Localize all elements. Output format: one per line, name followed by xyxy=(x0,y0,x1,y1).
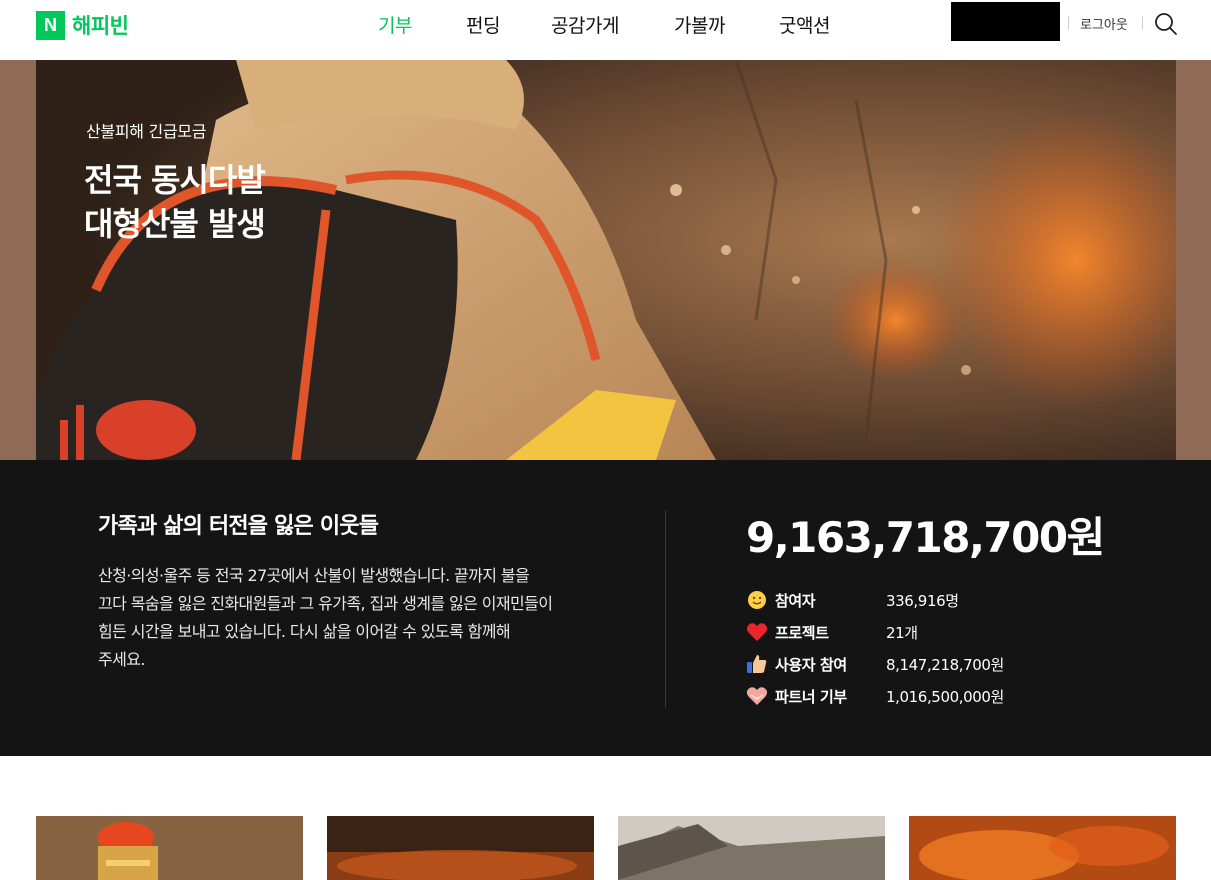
naver-logo-badge: N xyxy=(36,10,65,40)
smiley-icon xyxy=(746,589,768,611)
search-icon xyxy=(1155,13,1177,35)
campaign-card[interactable] xyxy=(909,816,1176,880)
stat-label: 프로젝트 xyxy=(775,624,829,642)
logout-link[interactable]: 로그아웃 xyxy=(1080,14,1128,33)
nav-item-good-action[interactable]: 굿액션 xyxy=(779,11,830,38)
stat-projects: 프로젝트 21개 xyxy=(746,620,918,644)
summary-description: 산청·의성·울주 등 전국 27곳에서 산불이 발생했습니다. 끝까지 불을 끄… xyxy=(98,562,598,674)
site-header: N 해피빈 기부 펀딩 공감가게 가볼까 굿액션 로그아웃 xyxy=(0,0,1211,60)
nav-item-go-visit[interactable]: 가볼까 xyxy=(674,11,725,38)
nav-item-donation[interactable]: 기부 xyxy=(378,11,412,38)
stat-label: 참여자 xyxy=(775,592,816,610)
heart-hands-icon xyxy=(746,685,768,707)
total-donation-amount: 9,163,718,700원 xyxy=(746,513,1105,562)
heart-icon xyxy=(746,621,768,643)
user-profile-redacted[interactable] xyxy=(951,2,1060,41)
header-divider xyxy=(1068,16,1069,30)
stat-value: 336,916명 xyxy=(886,592,959,610)
card-image-wildfire xyxy=(327,816,594,880)
description-line: 힘든 시간을 보내고 있습니다. 다시 삶을 이어갈 수 있도록 함께해 xyxy=(98,622,511,641)
description-line: 끄다 목숨을 잃은 진화대원들과 그 유가족, 집과 생계를 잃은 이재민들이 xyxy=(98,594,553,613)
campaign-card[interactable] xyxy=(36,816,303,880)
stat-user-participation: 사용자 참여 8,147,218,700원 xyxy=(746,652,1004,676)
hero-title-line: 전국 동시다발 xyxy=(84,161,266,199)
stat-participants: 참여자 336,916명 xyxy=(746,588,959,612)
campaign-summary: 가족과 삶의 터전을 잃은 이웃들 산청·의성·울주 등 전국 27곳에서 산불… xyxy=(0,460,1211,756)
stat-partner-donation: 파트너 기부 1,016,500,000원 xyxy=(746,684,1004,708)
hero-subtitle: 산불피해 긴급모금 xyxy=(86,122,207,141)
happybean-logo[interactable]: N 해피빈 xyxy=(36,10,129,40)
card-image-forest-fire xyxy=(909,816,1176,880)
card-image-burned-house xyxy=(618,816,885,880)
summary-title: 가족과 삶의 터전을 잃은 이웃들 xyxy=(98,514,379,539)
hero-banner[interactable]: 산불피해 긴급모금 전국 동시다발 대형산불 발생 xyxy=(36,60,1176,460)
thumbs-up-icon xyxy=(746,653,768,675)
card-image-firefighter xyxy=(36,816,303,880)
logo-text: 해피빈 xyxy=(72,14,129,38)
summary-divider xyxy=(665,510,666,708)
nav-item-empathy-store[interactable]: 공감가게 xyxy=(551,11,619,38)
description-line: 산청·의성·울주 등 전국 27곳에서 산불이 발생했습니다. 끝까지 불을 xyxy=(98,566,530,585)
firefighter-hero-image xyxy=(36,60,1176,460)
hero-title: 전국 동시다발 대형산불 발생 xyxy=(84,158,266,246)
stat-value: 1,016,500,000원 xyxy=(886,688,1004,706)
stat-value: 21개 xyxy=(886,624,918,642)
header-divider xyxy=(1142,16,1143,30)
stat-label: 사용자 참여 xyxy=(775,656,847,674)
nav-item-funding[interactable]: 펀딩 xyxy=(466,11,500,38)
campaign-card[interactable] xyxy=(618,816,885,880)
hero-title-line: 대형산불 발생 xyxy=(84,205,266,243)
stat-label: 파트너 기부 xyxy=(775,688,847,706)
campaign-card[interactable] xyxy=(327,816,594,880)
description-line: 주세요. xyxy=(98,650,145,669)
stat-value: 8,147,218,700원 xyxy=(886,656,1004,674)
search-button[interactable] xyxy=(1154,12,1178,36)
